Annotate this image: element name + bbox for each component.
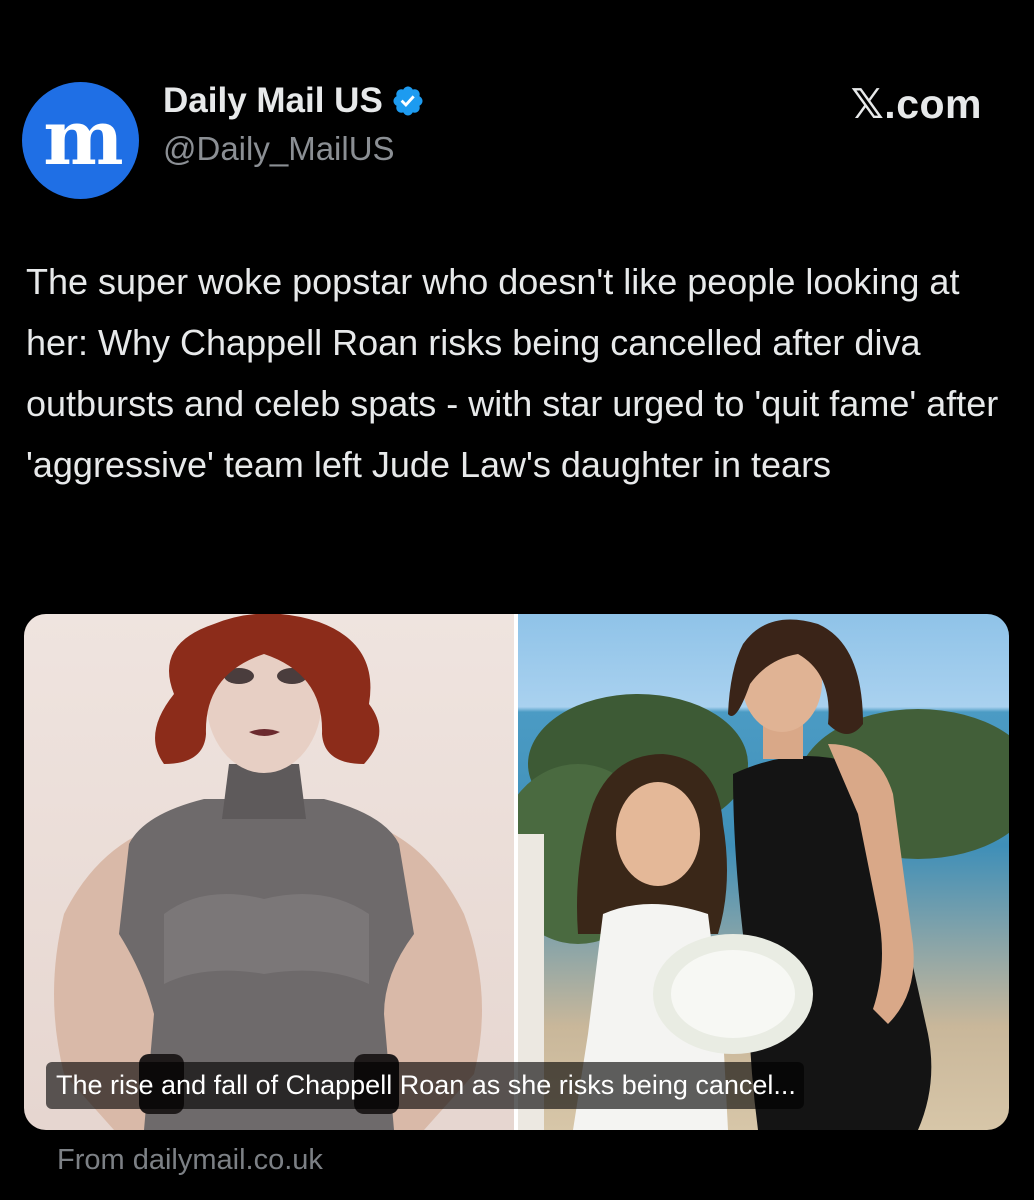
card-photo-right xyxy=(518,614,1009,1130)
card-source-domain[interactable]: From dailymail.co.uk xyxy=(57,1144,323,1177)
tweet[interactable]: m Daily Mail US @Daily_MailUS 𝕏.com The … xyxy=(0,0,1034,1200)
link-card[interactable]: The rise and fall of Chappell Roan as sh… xyxy=(24,614,1009,1130)
card-caption: The rise and fall of Chappell Roan as sh… xyxy=(46,1062,804,1109)
card-photo-left xyxy=(24,614,514,1130)
daily-mail-logo-icon: m xyxy=(43,92,123,182)
account-handle[interactable]: @Daily_MailUS xyxy=(163,130,395,168)
tweet-text: The super woke popstar who doesn't like … xyxy=(26,261,999,485)
red-haired-woman-image xyxy=(54,614,482,1130)
name-row: Daily Mail US xyxy=(163,80,425,122)
mother-daughter-image xyxy=(518,619,1009,1130)
verified-badge-icon xyxy=(393,86,423,116)
display-name[interactable]: Daily Mail US xyxy=(163,81,383,121)
avatar[interactable]: m xyxy=(22,82,139,199)
x-com-label: 𝕏.com xyxy=(850,81,982,127)
